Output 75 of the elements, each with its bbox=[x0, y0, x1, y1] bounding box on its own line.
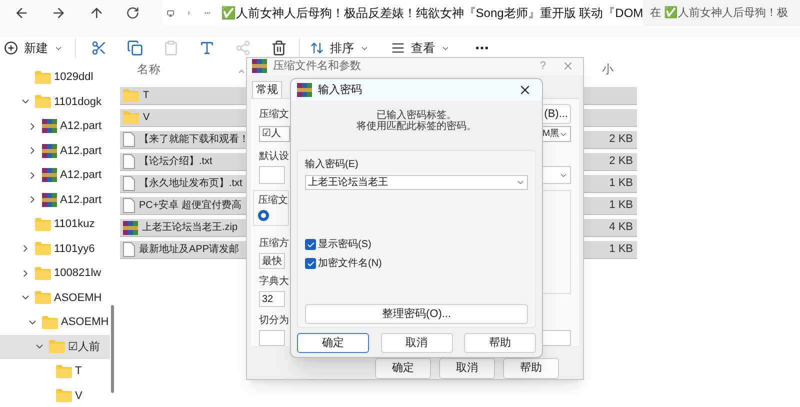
window-title: 输入密码 bbox=[318, 82, 362, 98]
dialog-button[interactable]: 确定 bbox=[375, 358, 431, 379]
new-button[interactable]: 新建 bbox=[4, 39, 63, 57]
file-name: 【永久地址发布页】.txt bbox=[139, 176, 242, 191]
file-name: PC+安卓 超便宜付费高 bbox=[139, 198, 242, 213]
file-size: 2 KB bbox=[609, 154, 633, 170]
tree-label: A12.part bbox=[60, 192, 102, 208]
field-label: 默认设 bbox=[259, 150, 289, 164]
tree-item[interactable]: ASOEMH bbox=[0, 310, 110, 334]
tree-label: 1101dogk bbox=[54, 94, 102, 110]
dictionary-field[interactable]: 32 bbox=[259, 291, 285, 307]
field-label: 字典大 bbox=[259, 274, 289, 289]
field-label: 压缩方 bbox=[259, 236, 289, 251]
method-field[interactable]: 最快 bbox=[259, 253, 285, 269]
tree-item[interactable]: A12.part bbox=[0, 163, 110, 188]
dialog-button[interactable]: 取消 bbox=[380, 333, 452, 353]
organize-passwords-button[interactable]: 整理密码(O)... bbox=[305, 304, 528, 324]
window-title: 压缩文件名和参数 bbox=[273, 58, 361, 74]
tree-item[interactable]: A12.part bbox=[0, 114, 110, 138]
password-field[interactable]: 上老王论坛当老王 bbox=[305, 175, 528, 190]
tree-label: ASOEMH bbox=[61, 315, 109, 330]
filename-field[interactable]: ☑人 bbox=[259, 126, 290, 142]
tree-label: 1029ddl bbox=[54, 70, 94, 85]
column-header[interactable]: 小 bbox=[602, 62, 614, 80]
file-name: T bbox=[143, 89, 150, 103]
group-label: 压缩文 bbox=[258, 194, 288, 208]
column-header[interactable]: 名称 bbox=[137, 62, 161, 80]
message-text: 将使用匹配此标签的密码。 bbox=[356, 121, 476, 132]
dialog-button[interactable]: 帮助 bbox=[503, 358, 559, 379]
tab[interactable]: 常规 bbox=[252, 80, 282, 98]
field-label: 切分为 bbox=[259, 314, 289, 328]
file-name: 上老王论坛当老王.zip bbox=[142, 220, 238, 235]
tree-item[interactable]: 1101yy6 bbox=[0, 236, 110, 261]
file-size: 1 KB bbox=[609, 242, 633, 258]
address-bar[interactable]: ✅人前女神人后母狗！极品反差婊！纯欲女神『Song老师』重开版 联动『DOM bbox=[163, 0, 644, 26]
field-label: 输入密码(E) bbox=[305, 158, 360, 172]
file-name: 【来了就能下载和观看！ bbox=[139, 132, 249, 147]
file-name: 最新地址及APP请发邮 bbox=[139, 242, 240, 257]
tree-label: A12.part bbox=[60, 119, 102, 134]
file-size: 1 KB bbox=[609, 198, 633, 214]
tree-label: ☑人前 bbox=[68, 340, 100, 354]
dialog-button[interactable]: 帮助 bbox=[464, 333, 536, 353]
file-size: 2 KB bbox=[609, 132, 633, 148]
file-size: 1 KB bbox=[609, 176, 633, 192]
dialog-button[interactable]: 取消 bbox=[439, 358, 495, 379]
checkbox-label: 加密文件名(N) bbox=[318, 256, 382, 271]
tree-item[interactable]: 1029ddl bbox=[0, 65, 110, 90]
tree-label: A12.part bbox=[60, 144, 102, 158]
file-name: V bbox=[143, 111, 150, 125]
tree-label: A12.part bbox=[60, 168, 102, 183]
sort-button[interactable]: 排序 bbox=[310, 39, 369, 57]
tree-label: 1101kuz bbox=[54, 217, 95, 232]
tree-item[interactable]: ASOEMH bbox=[0, 286, 110, 310]
tree-item[interactable]: T bbox=[0, 359, 110, 384]
tree-item[interactable]: A12.part bbox=[0, 188, 110, 212]
field-label: 压缩文 bbox=[259, 108, 289, 122]
tree-item[interactable]: V bbox=[0, 384, 110, 407]
view-button[interactable]: 查看 bbox=[391, 39, 450, 57]
tree-item[interactable]: 100821lw bbox=[0, 261, 110, 286]
tree-item[interactable]: 1101dogk bbox=[0, 90, 110, 114]
search-field[interactable]: 在 ✅人前女神人后母狗！极 bbox=[643, 0, 800, 26]
message-text: 已输入密码标签。 bbox=[376, 110, 456, 121]
tree-label: V bbox=[75, 388, 82, 404]
tree-item[interactable]: A12.part bbox=[0, 138, 110, 163]
tree-item[interactable]: ☑人前 bbox=[0, 334, 110, 359]
breadcrumb[interactable]: ✅人前女神人后母狗！极品反差婊！纯欲女神『Song老师』重开版 联动『DOM bbox=[220, 4, 644, 22]
checkbox-label: 显示密码(S) bbox=[318, 238, 372, 252]
file-size: 4 KB bbox=[609, 220, 633, 236]
tree-label: ASOEMH bbox=[54, 290, 102, 306]
tree-label: T bbox=[75, 364, 82, 379]
tree-item[interactable]: 1101kuz bbox=[0, 212, 110, 236]
dialog-button[interactable]: 确定 bbox=[297, 333, 369, 353]
file-name: 【论坛介绍】.txt bbox=[139, 154, 212, 169]
tree-label: 100821lw bbox=[54, 266, 102, 281]
tree-label: 1101yy6 bbox=[54, 242, 95, 256]
